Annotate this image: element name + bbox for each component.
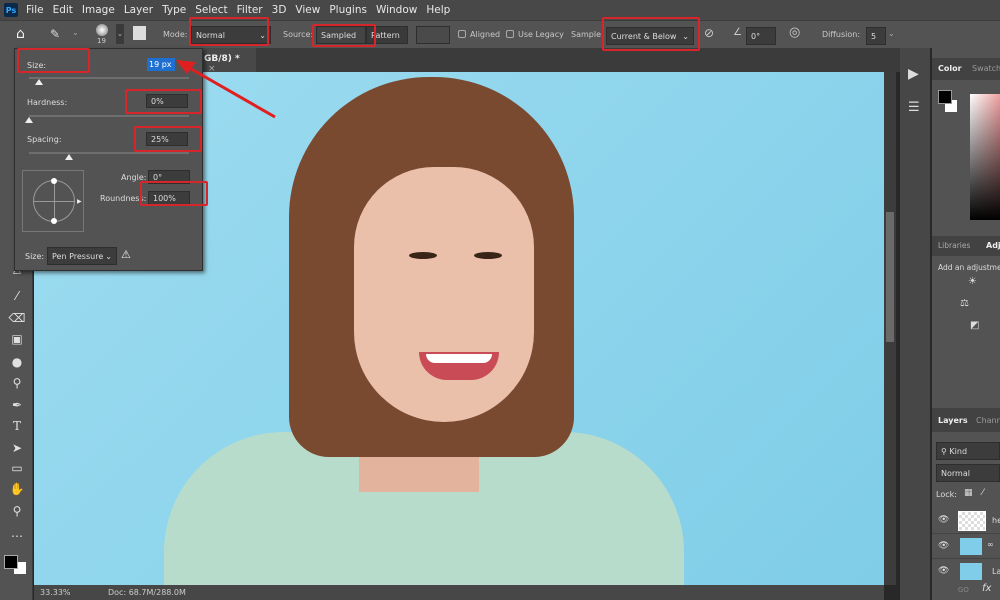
arrow-head: [176, 60, 196, 74]
arrow-shaft: [185, 64, 276, 119]
annotation-arrow: [176, 60, 276, 119]
